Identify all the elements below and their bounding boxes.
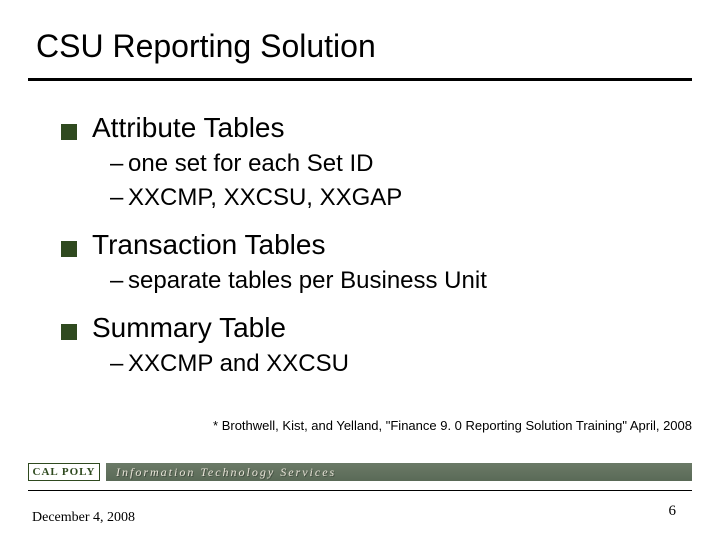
dash-bullet-icon: – [110,150,128,179]
calpoly-logo-text: CAL POLY [33,466,96,478]
square-bullet-icon [60,123,78,141]
list-item-label: Transaction Tables [92,227,325,262]
list-subitem-label: separate tables per Business Unit [128,266,487,296]
logo-bar: CAL POLY Information Technology Services [28,460,692,486]
its-banner-text: Information Technology Services [116,465,336,480]
list-subitem: – XXCMP, XXCSU, XXGAP [110,183,680,213]
square-bullet-icon [60,240,78,258]
slide-title: CSU Reporting Solution [36,28,376,65]
footer-date: December 4, 2008 [32,510,135,526]
footer-rule [28,490,692,491]
list-item: Summary Table [60,310,680,345]
dash-bullet-icon: – [110,267,128,296]
dash-bullet-icon: – [110,184,128,213]
list-item-label: Attribute Tables [92,110,285,145]
title-underline [28,78,692,81]
list-subitem: – XXCMP and XXCSU [110,349,680,379]
list-item: Attribute Tables [60,110,680,145]
its-banner: Information Technology Services [106,463,692,481]
square-bullet-icon [60,323,78,341]
list-item-label: Summary Table [92,310,286,345]
list-subitem: – one set for each Set ID [110,149,680,179]
footer-page-number: 6 [669,503,677,520]
list-subitem: – separate tables per Business Unit [110,266,680,296]
list-subitem-label: XXCMP and XXCSU [128,349,349,379]
list-subitem-label: XXCMP, XXCSU, XXGAP [128,183,402,213]
calpoly-logo: CAL POLY [28,460,100,484]
dash-bullet-icon: – [110,350,128,379]
slide: CSU Reporting Solution Attribute Tables … [0,0,720,540]
slide-body: Attribute Tables – one set for each Set … [60,96,680,379]
list-subitem-label: one set for each Set ID [128,149,373,179]
list-item: Transaction Tables [60,227,680,262]
footnote: * Brothwell, Kist, and Yelland, "Finance… [0,418,692,433]
